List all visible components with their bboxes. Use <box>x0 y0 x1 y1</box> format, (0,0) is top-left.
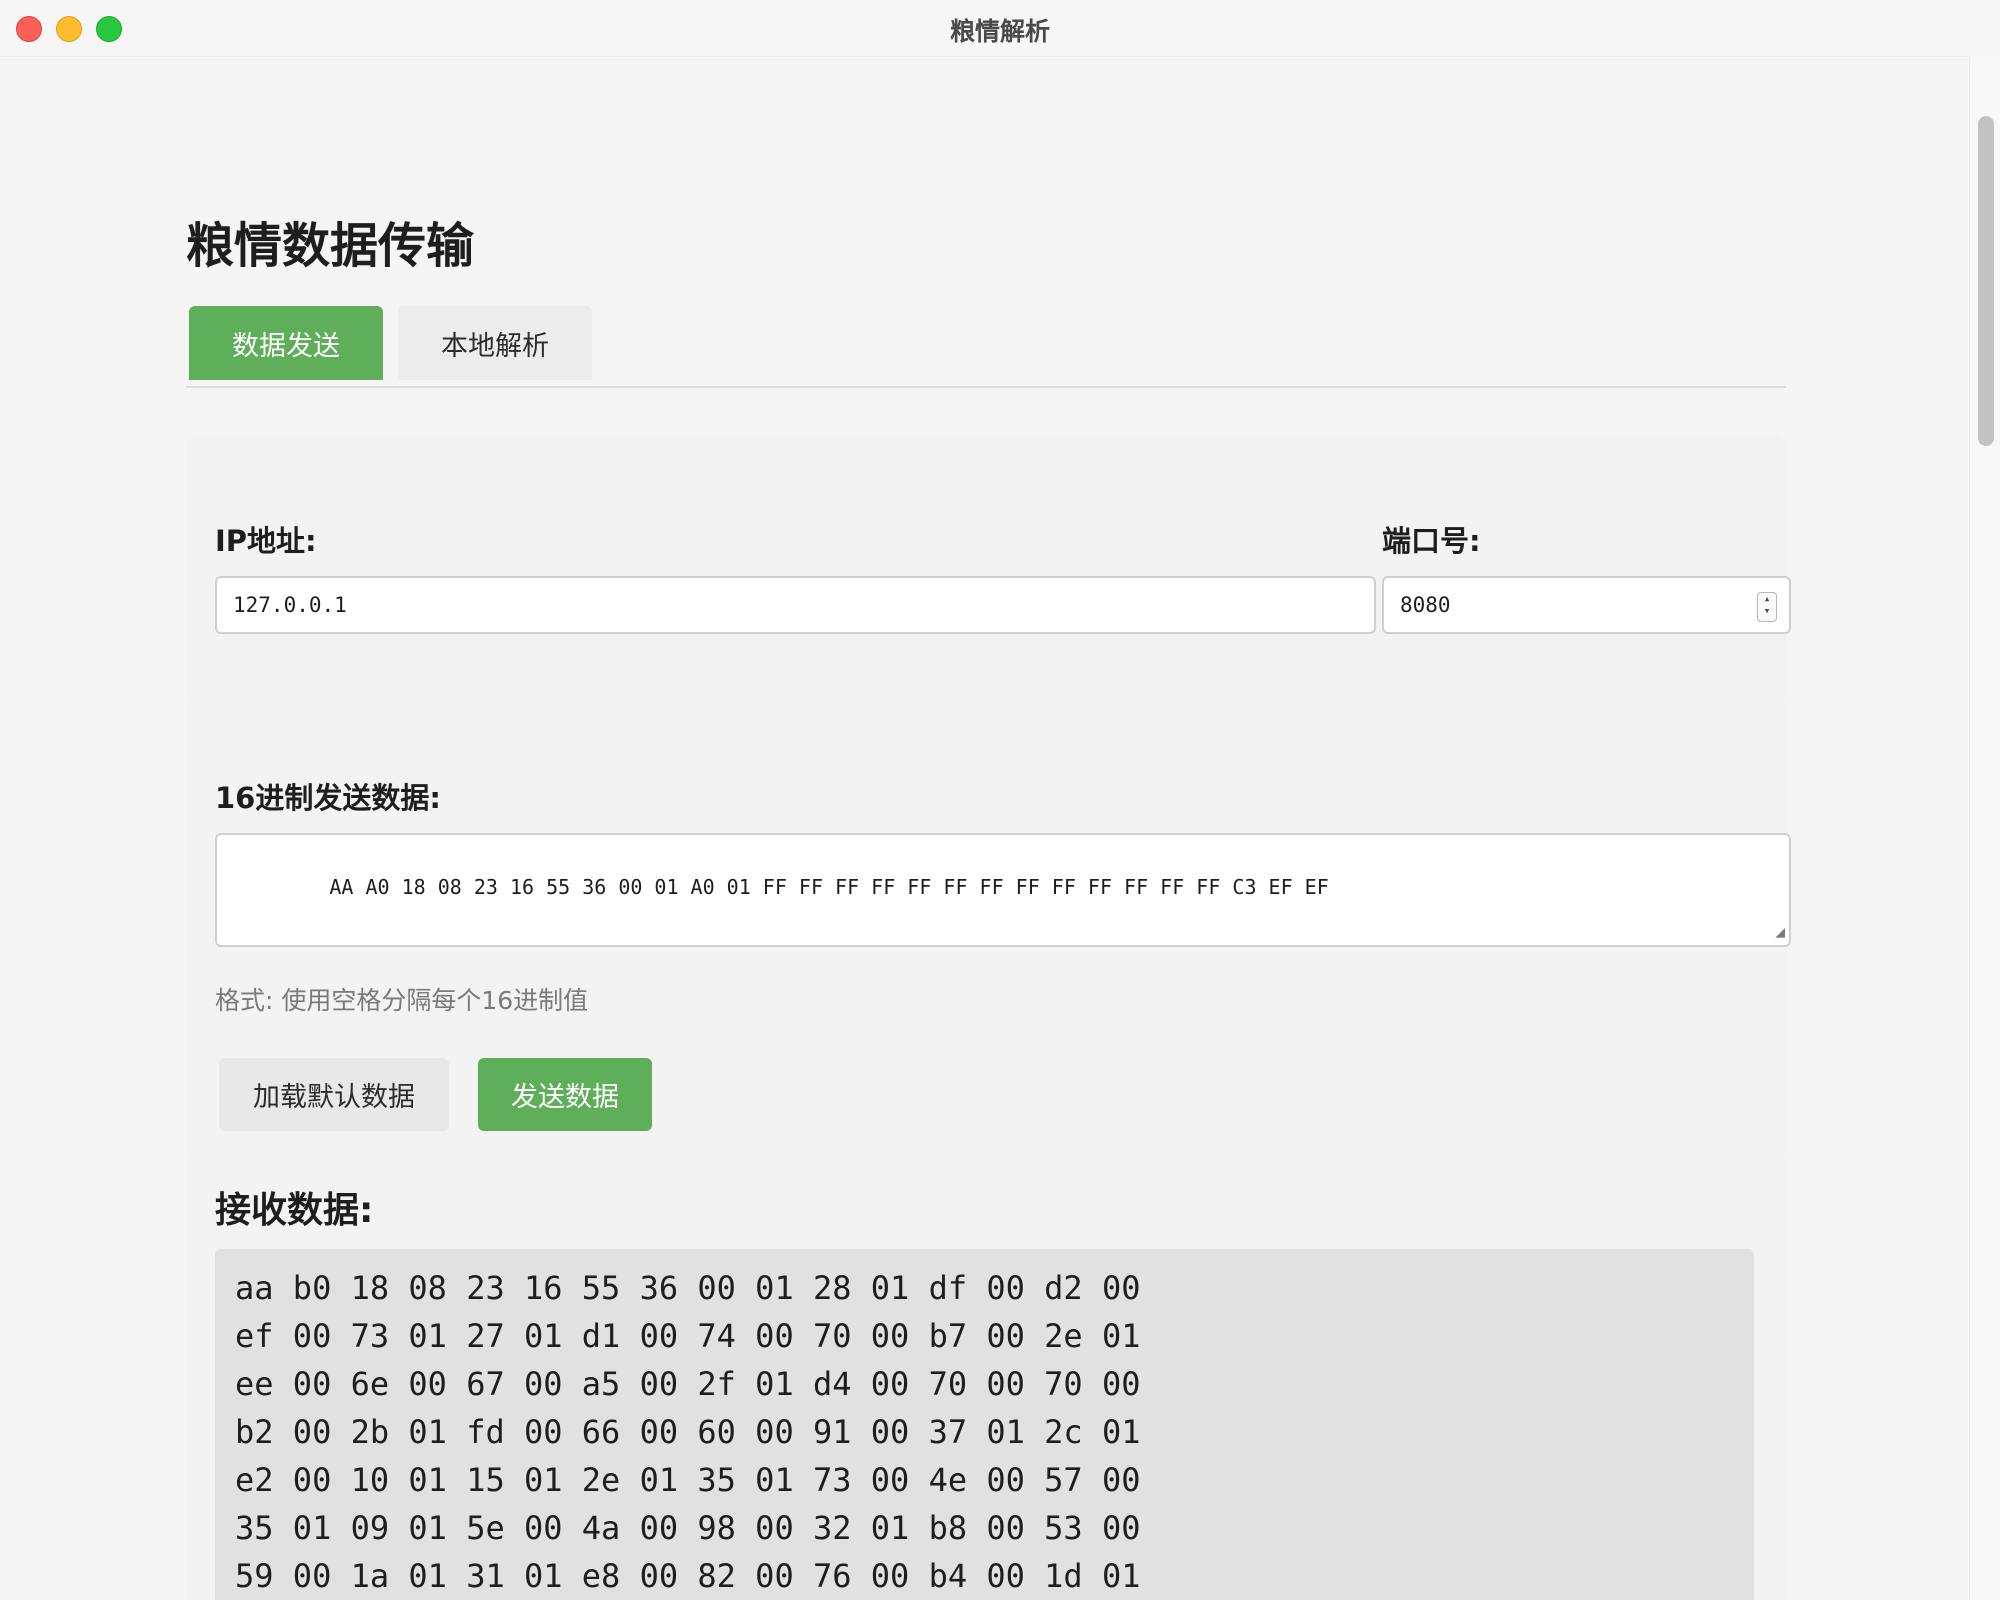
port-input[interactable]: 8080 ▴ ▾ <box>1382 576 1791 634</box>
port-stepper-icon[interactable]: ▴ ▾ <box>1757 592 1777 622</box>
hex-send-card: 16进制发送数据: AA A0 18 08 23 16 55 36 00 01 … <box>186 691 1791 1161</box>
window-title: 粮情解析 <box>949 17 1050 46</box>
connection-card: IP地址: 127.0.0.1 端口号: 8080 ▴ ▾ <box>186 434 1791 704</box>
received-line: aa b0 18 08 23 16 55 36 00 01 28 01 df 0… <box>235 1269 1141 1307</box>
tab-local-parse[interactable]: 本地解析 <box>398 306 592 380</box>
format-hint: 格式: 使用空格分隔每个16进制值 <box>215 986 589 1015</box>
send-data-button[interactable]: 发送数据 <box>478 1058 652 1131</box>
ip-label: IP地址: <box>215 524 317 558</box>
app-window: 粮情解析 粮情数据传输 数据发送 本地解析 IP地址: 127.0.0.1 端口… <box>0 0 2000 1600</box>
port-value: 8080 <box>1400 593 1451 617</box>
tab-data-send[interactable]: 数据发送 <box>189 306 383 380</box>
received-data-title: 接收数据: <box>215 1190 374 1231</box>
received-line: ee 00 6e 00 67 00 a5 00 2f 01 d4 00 70 0… <box>235 1365 1141 1403</box>
ip-address-input[interactable]: 127.0.0.1 <box>215 576 1376 634</box>
received-data-card: 接收数据: aa b0 18 08 23 16 55 36 00 01 28 0… <box>186 1149 1786 1600</box>
load-default-data-button[interactable]: 加载默认数据 <box>219 1058 449 1131</box>
vertical-scrollbar[interactable] <box>1969 56 2000 1600</box>
received-line: e2 00 10 01 15 01 2e 01 35 01 73 00 4e 0… <box>235 1461 1141 1499</box>
received-line: 59 00 1a 01 31 01 e8 00 82 00 76 00 b4 0… <box>235 1557 1141 1595</box>
hex-data-textarea[interactable]: AA A0 18 08 23 16 55 36 00 01 A0 01 FF F… <box>215 833 1791 947</box>
received-line: b2 00 2b 01 fd 00 66 00 60 00 91 00 37 0… <box>235 1413 1141 1451</box>
hex-data-value: AA A0 18 08 23 16 55 36 00 01 A0 01 FF F… <box>329 875 1329 899</box>
received-line: ef 00 73 01 27 01 d1 00 74 00 70 00 b7 0… <box>235 1317 1141 1355</box>
scrollbar-thumb[interactable] <box>1978 116 1994 446</box>
tab-bar: 数据发送 本地解析 <box>186 306 1786 388</box>
hex-data-label: 16进制发送数据: <box>215 781 441 815</box>
title-bar: 粮情解析 <box>0 0 2000 57</box>
received-line: 35 01 09 01 5e 00 4a 00 98 00 32 01 b8 0… <box>235 1509 1141 1547</box>
port-label: 端口号: <box>1382 524 1481 558</box>
resize-grip-icon[interactable]: ◢ <box>1775 922 1785 941</box>
received-data-output: aa b0 18 08 23 16 55 36 00 01 28 01 df 0… <box>215 1249 1754 1600</box>
page-title: 粮情数据传输 <box>186 218 475 274</box>
